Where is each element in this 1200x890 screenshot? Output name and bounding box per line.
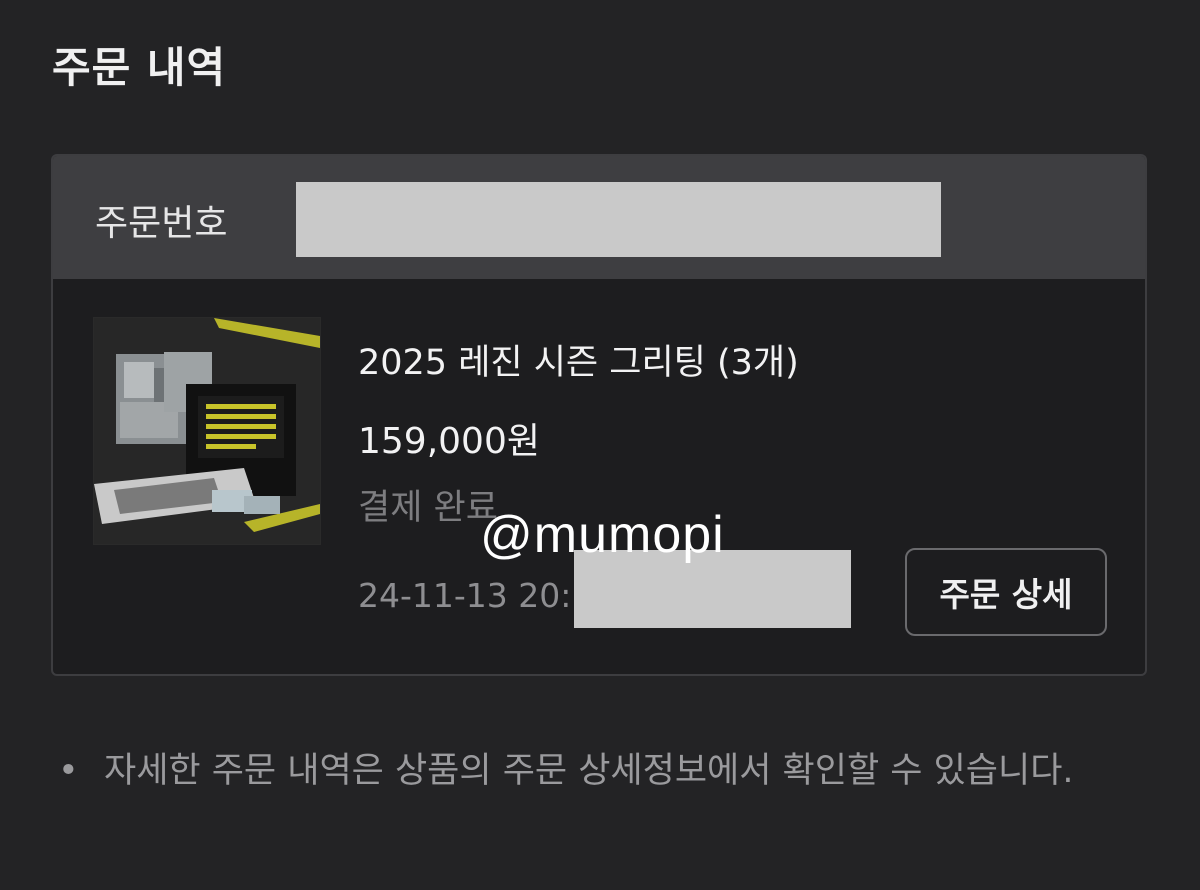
order-detail-button[interactable]: 주문 상세 [905,548,1107,636]
notice-text: 자세한 주문 내역은 상품의 주문 상세정보에서 확인할 수 있습니다. [104,751,1074,791]
product-title[interactable]: 2025 레진 시즌 그리팅 (3개) [358,334,799,385]
order-card-header: 주문번호 [53,156,1145,279]
notice-bullet: • [58,751,79,791]
order-date: 24-11-13 20: [358,576,572,615]
order-number-label: 주문번호 [95,203,228,244]
order-card: 주문번호 2025 레진 시즌 그리팅 (3개) 159,000원 결제 완료 … [51,154,1147,676]
order-number-redaction [296,182,941,257]
product-price: 159,000원 [358,421,540,462]
product-image [94,318,320,544]
watermark-text: @mumopi [480,506,725,564]
notice: • 자세한 주문 내역은 상품의 주문 상세정보에서 확인할 수 있습니다. [58,740,1148,802]
page-title: 주문 내역 [52,43,227,92]
payment-status: 결제 완료 [358,488,498,528]
product-thumbnail[interactable] [93,317,321,545]
